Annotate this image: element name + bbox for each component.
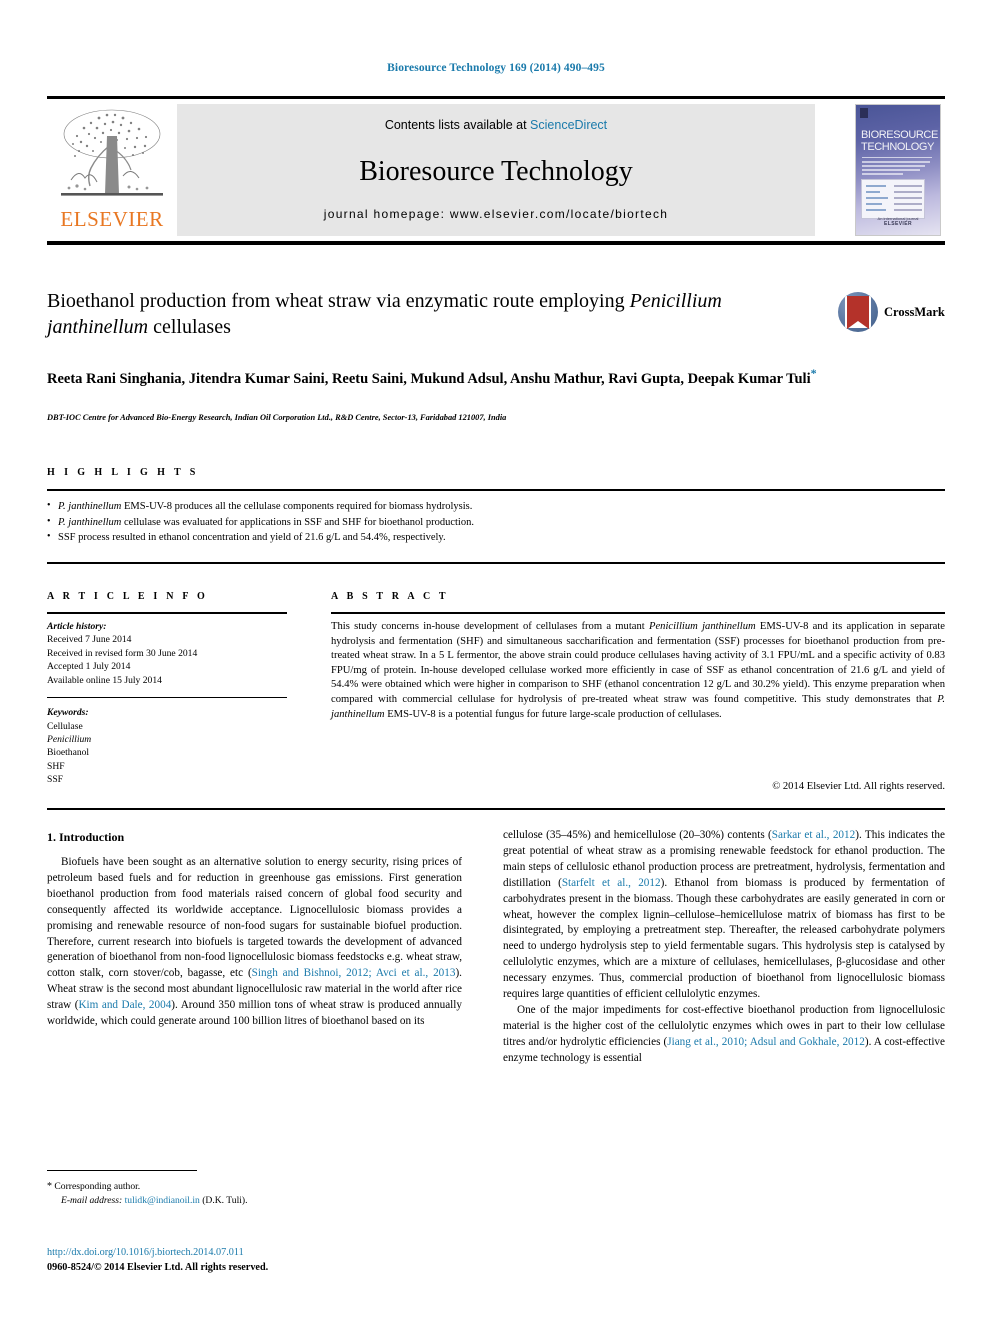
- email-label: E-mail address:: [61, 1195, 123, 1206]
- affiliation: DBT-IOC Centre for Advanced Bio-Energy R…: [47, 413, 507, 422]
- issn-copyright-line: 0960-8524/© 2014 Elsevier Ltd. All right…: [47, 1262, 269, 1273]
- journal-title: Bioresource Technology: [359, 156, 633, 187]
- keyword-item: SSF: [47, 774, 64, 786]
- article-history-label: Article history:: [47, 621, 107, 632]
- highlight-text: SSF process resulted in ethanol concentr…: [58, 532, 446, 543]
- highlight-organism: P. janthinellum: [58, 501, 122, 512]
- title-line-2-rest: cellulases: [148, 316, 231, 338]
- highlights-bottom-rule: [47, 562, 945, 564]
- article-info-divider: [47, 697, 287, 699]
- masthead-bottom-rule: [47, 241, 945, 245]
- citation-link[interactable]: Jiang et al., 2010; Adsul and Gokhale, 2…: [667, 1036, 865, 1048]
- author-names: Reeta Rani Singhania, Jitendra Kumar Sai…: [47, 370, 811, 387]
- contents-prefix: Contents lists available at: [384, 118, 531, 132]
- cover-footer: An international journal ELSEVIER: [856, 216, 940, 227]
- journal-homepage[interactable]: journal homepage: www.elsevier.com/locat…: [177, 207, 815, 221]
- highlights-heading: H I G H L I G H T S: [47, 467, 199, 478]
- cover-title-line1: BIORESOURCE: [861, 129, 938, 141]
- title-line-1: Bioethanol production from wheat straw v…: [47, 290, 625, 312]
- corresponding-author-text: Corresponding author.: [52, 1181, 141, 1192]
- email-owner: (D.K. Tuli).: [199, 1195, 248, 1206]
- highlight-text: cellulase was evaluated for applications…: [121, 516, 474, 528]
- sciencedirect-link[interactable]: ScienceDirect: [530, 118, 607, 132]
- list-item: P. janthinellum cellulase was evaluated …: [47, 514, 945, 531]
- article-history-item: Received in revised form 30 June 2014: [47, 647, 198, 659]
- article-history-item: Accepted 1 July 2014: [47, 661, 131, 673]
- title-block: Bioethanol production from wheat straw v…: [47, 288, 827, 340]
- abstract-body: This study concerns in-house development…: [331, 620, 945, 722]
- paragraph: cellulose (35–45%) and hemicellulose (20…: [503, 828, 945, 1003]
- corresponding-author-note: * Corresponding author.: [47, 1180, 467, 1194]
- article-page: Bioresource Technology 169 (2014) 490–49…: [0, 0, 992, 1323]
- abstract-part-2: EMS-UV-8 and its application in separate…: [331, 621, 945, 705]
- article-info-heading: A R T I C L E I N F O: [47, 591, 208, 602]
- keyword-item: Penicillium: [47, 734, 92, 746]
- elsevier-wordmark: ELSEVIER: [60, 207, 164, 231]
- citation-link[interactable]: Kim and Dale, 2004: [78, 999, 171, 1011]
- article-info-rule: [47, 612, 287, 614]
- body-column-left: Biofuels have been sought as an alternat…: [47, 855, 462, 1030]
- cover-footer-brand: ELSEVIER: [884, 221, 912, 227]
- highlights-list: P. janthinellum EMS-UV-8 produces all th…: [47, 498, 945, 546]
- right-text-a: cellulose (35–45%) and hemicellulose (20…: [503, 829, 772, 841]
- article-history-item: Received 7 June 2014: [47, 634, 132, 646]
- right-text-c: ). Ethanol from biomass is produced by f…: [503, 876, 945, 1001]
- journal-masthead: ELSEVIER Contents lists available at Sci…: [47, 96, 945, 245]
- highlights-rule: [47, 489, 945, 491]
- keyword-item: Bioethanol: [47, 747, 90, 759]
- highlight-text: EMS-UV-8 produces all the cellulase comp…: [121, 501, 473, 512]
- footnote-rule: [47, 1170, 197, 1171]
- crossmark-icon: [838, 292, 878, 332]
- paragraph: Biofuels have been sought as an alternat…: [47, 855, 462, 1030]
- page-title: Bioethanol production from wheat straw v…: [47, 288, 827, 340]
- elsevier-tree-icon: [61, 109, 163, 196]
- masthead-banner: Contents lists available at ScienceDirec…: [177, 104, 815, 236]
- abstract-organism-1: Penicillium janthinellum: [648, 621, 756, 632]
- contents-line: Contents lists available at ScienceDirec…: [177, 118, 815, 132]
- copyright-line: © 2014 Elsevier Ltd. All rights reserved…: [772, 781, 945, 792]
- corresponding-author-marker: *: [810, 366, 817, 380]
- cover-figure: [861, 179, 925, 219]
- email-link[interactable]: tulidk@indianoil.in: [125, 1195, 200, 1206]
- doi-link[interactable]: http://dx.doi.org/10.1016/j.biortech.201…: [47, 1245, 467, 1260]
- crossmark-badge[interactable]: CrossMark: [838, 292, 945, 332]
- section-heading-introduction: 1. Introduction: [47, 830, 125, 844]
- keyword-item: SHF: [47, 760, 65, 772]
- keywords-label: Keywords:: [47, 707, 89, 719]
- cover-title-line2: TECHNOLOGY: [861, 141, 935, 153]
- body-column-right: cellulose (35–45%) and hemicellulose (20…: [503, 828, 945, 1067]
- email-note: E-mail address: tulidk@indianoil.in (D.K…: [47, 1194, 467, 1208]
- doi-block: http://dx.doi.org/10.1016/j.biortech.201…: [47, 1245, 467, 1275]
- list-item: P. janthinellum EMS-UV-8 produces all th…: [47, 498, 945, 515]
- running-head: Bioresource Technology 169 (2014) 490–49…: [387, 62, 605, 74]
- citation-link[interactable]: Singh and Bishnoi, 2012; Avci et al., 20…: [252, 967, 456, 979]
- abstract-rule: [331, 612, 945, 614]
- elsevier-logo: ELSEVIER: [51, 104, 171, 236]
- citation-link[interactable]: Sarkar et al., 2012: [772, 829, 855, 841]
- article-info-body: Article history: Received 7 June 2014 Re…: [47, 620, 297, 787]
- abstract-part-3: EMS-UV-8 is a potential fungus for futur…: [384, 708, 722, 720]
- citation-link[interactable]: Starfelt et al., 2012: [562, 877, 661, 889]
- journal-cover-thumbnail: BIORESOURCE TECHNOLOGY An international …: [855, 104, 941, 236]
- highlight-organism: P. janthinellum: [58, 516, 122, 528]
- crossmark-label: CrossMark: [884, 305, 945, 319]
- paragraph: One of the major impediments for cost-ef…: [503, 1003, 945, 1067]
- footnote-block: * Corresponding author. E-mail address: …: [47, 1180, 467, 1208]
- left-text-a: Biofuels have been sought as an alternat…: [47, 856, 462, 980]
- abstract-heading: A B S T R A C T: [331, 591, 449, 602]
- masthead-top-rule: [47, 96, 945, 99]
- author-list: Reeta Rani Singhania, Jitendra Kumar Sai…: [47, 363, 877, 390]
- abstract-part-1: This study concerns in-house development…: [331, 621, 649, 632]
- abstract-bottom-rule: [47, 808, 945, 810]
- list-item: SSF process resulted in ethanol concentr…: [47, 529, 945, 546]
- article-history-item: Available online 15 July 2014: [47, 674, 162, 686]
- keyword-item: Cellulase: [47, 720, 83, 732]
